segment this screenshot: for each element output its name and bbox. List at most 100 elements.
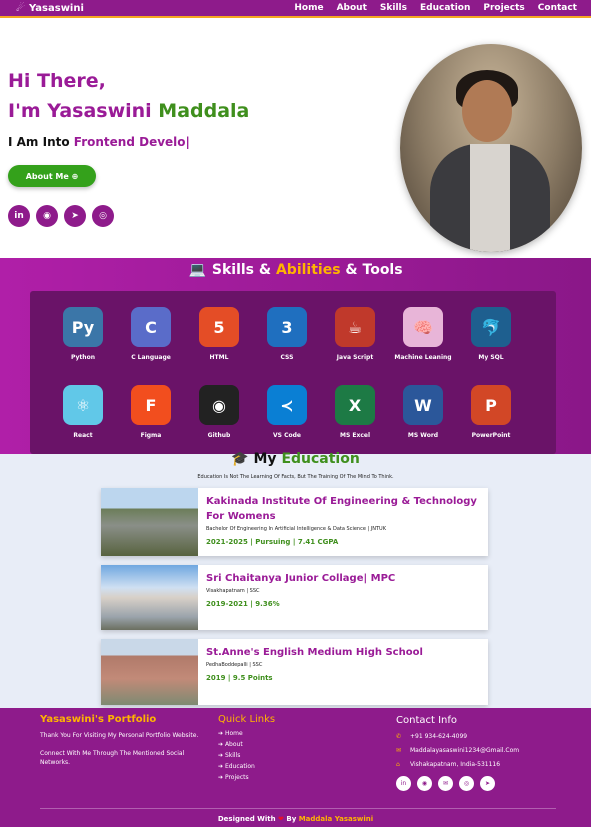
footer: Yasaswini's Portfolio Thank You For Visi…	[0, 708, 591, 827]
footer-location-text: Vishakapatnam, India-531116	[410, 761, 501, 768]
footer-quick-link-list: ➔ Home ➔ About ➔ Skills ➔ Education ➔ Pr…	[218, 728, 275, 783]
github-icon[interactable]: ◉	[36, 205, 58, 227]
hero-section: Hi There, I'm Yasaswini Maddala I Am Int…	[0, 20, 591, 258]
skills-section: 💻 Skills & Abilities & Tools Py Python C C …	[0, 258, 591, 454]
education-title-prefix: My	[253, 451, 282, 467]
footer-phone-text: +91 934-624-4099	[410, 733, 468, 740]
footer-link-skills[interactable]: ➔ Skills	[218, 750, 275, 761]
nav-links: Home About Skills Education Projects Con…	[294, 3, 577, 13]
skill-label: MS Word	[407, 432, 439, 439]
credit-prefix: Designed With	[217, 815, 279, 823]
footer-link-label: Projects	[224, 774, 249, 781]
footer-location: ⌂ Vishakapatnam, India-531116	[396, 758, 519, 772]
skill-item: 🐬 My SQL	[456, 307, 526, 361]
footer-link-home[interactable]: ➔ Home	[218, 728, 275, 739]
skill-icon: 🧠	[403, 307, 443, 347]
about-me-button[interactable]: About Me ⊕	[8, 165, 96, 187]
education-subtitle: Education Is Not The Learning Of Facts, …	[197, 474, 394, 480]
skill-item: 🧠 Machine Leaning	[388, 307, 458, 361]
nav-link-skills[interactable]: Skills	[380, 3, 407, 13]
footer-email: ✉ Maddalayasaswini1234@Gmail.Com	[396, 744, 519, 758]
linkedin-icon[interactable]: in	[396, 776, 411, 791]
mail-icon[interactable]: ✉	[438, 776, 453, 791]
footer-link-label: Education	[224, 763, 255, 770]
college-building-image	[101, 488, 198, 556]
footer-link-about[interactable]: ➔ About	[218, 739, 275, 750]
skill-item: 3 CSS	[252, 307, 322, 361]
nav-link-education[interactable]: Education	[420, 3, 470, 13]
footer-link-education[interactable]: ➔ Education	[218, 761, 275, 772]
linkedin-icon[interactable]: in	[8, 205, 30, 227]
nav-link-projects[interactable]: Projects	[483, 3, 524, 13]
skills-title-prefix: Skills &	[211, 262, 276, 278]
skill-label: VS Code	[273, 432, 301, 439]
brand-name: Yasaswini	[28, 2, 84, 14]
skill-label: Java Script	[336, 354, 374, 361]
github-icon[interactable]: ◉	[417, 776, 432, 791]
footer-quick-title: Quick Links	[218, 714, 276, 725]
skill-label: C Language	[131, 354, 171, 361]
skill-item: ◉ Github	[184, 385, 254, 439]
navbar: ☄ Yasaswini Home About Skills Education …	[0, 0, 591, 18]
skill-item: ≺ VS Code	[252, 385, 322, 439]
photo-shirt	[470, 144, 510, 252]
skill-icon: ◉	[199, 385, 239, 425]
skill-icon: ☕	[335, 307, 375, 347]
hero-greeting: Hi There,	[8, 70, 106, 92]
instagram-icon[interactable]: ◎	[459, 776, 474, 791]
skill-icon: ≺	[267, 385, 307, 425]
email-icon: ✉	[396, 747, 402, 754]
nav-link-home[interactable]: Home	[294, 3, 323, 13]
education-title-highlight: Education	[281, 451, 360, 467]
skill-item: F Figma	[116, 385, 186, 439]
footer-email-text: Maddalayasaswini1234@Gmail.Com	[410, 747, 520, 754]
skill-item: 5 HTML	[184, 307, 254, 361]
education-card-detail: PedhaBoddepalli | SSC	[206, 662, 263, 668]
education-card-detail: Bachelor Of Engineering In Artificial In…	[206, 526, 386, 532]
education-card: Sri Chaitanya Junior Collage| MPC Visakh…	[101, 565, 488, 630]
telegram-icon[interactable]: ➤	[480, 776, 495, 791]
instagram-icon[interactable]: ◎	[92, 205, 114, 227]
skill-icon: ⚛	[63, 385, 103, 425]
footer-social-links: in ◉ ✉ ◎ ➤	[396, 776, 519, 791]
skill-label: Figma	[140, 432, 162, 439]
skill-item: W MS Word	[388, 385, 458, 439]
skill-icon: Py	[63, 307, 103, 347]
phone-icon: ✆	[396, 733, 402, 740]
hero-intro-prefix: I Am Into	[8, 135, 74, 149]
footer-link-label: About	[224, 741, 243, 748]
footer-phone: ✆ +91 934-624-4099	[396, 730, 519, 744]
hero-name: I'm Yasaswini Maddala	[8, 100, 249, 122]
nav-link-contact[interactable]: Contact	[538, 3, 577, 13]
skill-label: React	[73, 432, 93, 439]
skill-item: ☕ Java Script	[320, 307, 390, 361]
skill-icon: X	[335, 385, 375, 425]
hero-name-highlight: Maddala	[158, 100, 250, 122]
footer-credit: Designed With ❤ By Maddala Yasaswini	[0, 815, 591, 823]
nav-link-about[interactable]: About	[337, 3, 367, 13]
skill-item: C C Language	[116, 307, 186, 361]
skill-item: Py Python	[48, 307, 118, 361]
footer-link-label: Skills	[224, 752, 241, 759]
skill-label: Python	[71, 354, 95, 361]
skill-label: My SQL	[478, 354, 504, 361]
education-card-detail: Visakhapatnam | SSC	[206, 588, 260, 594]
footer-quick-links: Quick Links ➔ Home ➔ About ➔ Skills ➔ Ed…	[218, 714, 275, 783]
location-icon: ⌂	[396, 761, 400, 768]
telegram-icon[interactable]: ➤	[64, 205, 86, 227]
education-section: 🎓 My Education Education Is Not The Lear…	[0, 451, 591, 708]
skills-title: 💻 Skills & Abilities & Tools	[0, 262, 591, 278]
education-card-title: Sri Chaitanya Junior Collage| MPC	[206, 573, 396, 584]
hero-typed-text: Frontend Develo|	[73, 135, 190, 149]
skill-item: P PowerPoint	[456, 385, 526, 439]
skill-item: ⚛ React	[48, 385, 118, 439]
footer-link-label: Home	[224, 730, 243, 737]
skill-label: Machine Leaning	[394, 354, 452, 361]
skill-label: Github	[207, 432, 231, 439]
footer-link-projects[interactable]: ➔ Projects	[218, 772, 275, 783]
hero-name-prefix: I'm Yasaswini	[8, 100, 159, 122]
hero-intro: I Am Into Frontend Develo|	[8, 135, 190, 149]
skill-icon: F	[131, 385, 171, 425]
skills-title-highlight: Abilities	[275, 262, 341, 278]
brand[interactable]: ☄ Yasaswini	[16, 3, 84, 14]
